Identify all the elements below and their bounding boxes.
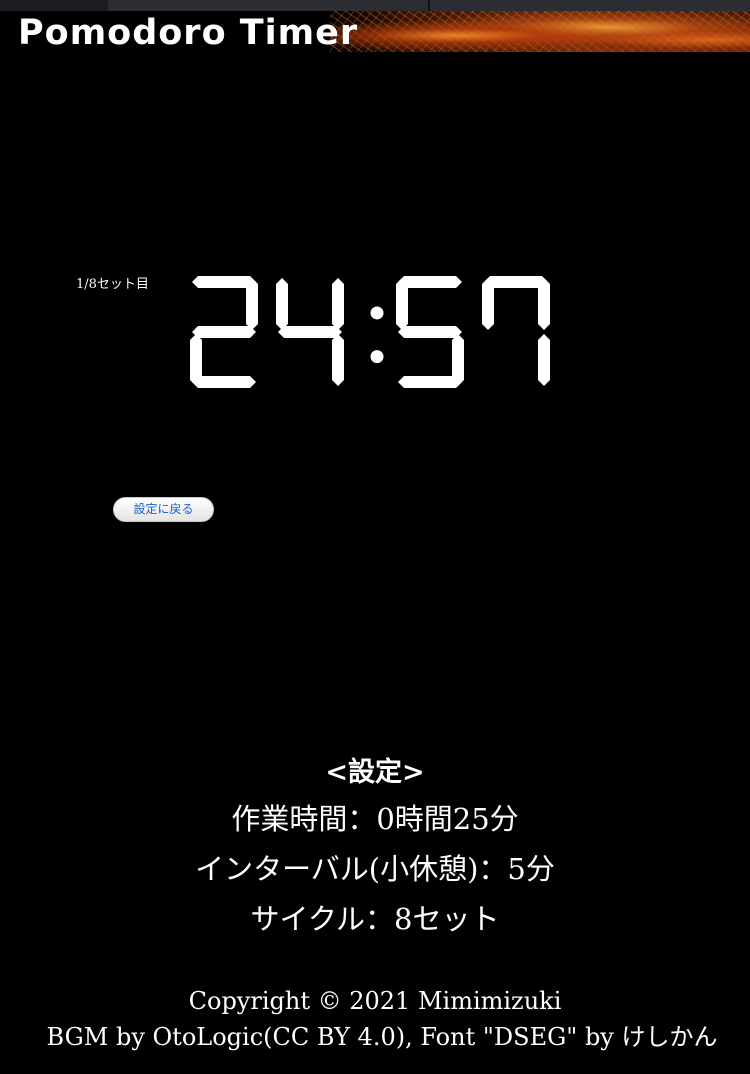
- digit-4-segment-c: [538, 334, 550, 386]
- digit-3-segment-g: [398, 326, 462, 338]
- seven-segment-clock: [190, 276, 550, 388]
- digit-2-segment-c: [332, 334, 344, 386]
- work-time-setting: 作業時間：0時間25分: [231, 802, 519, 836]
- digit-2-segment-g: [278, 326, 342, 338]
- browser-top-strip: [0, 0, 750, 11]
- page-footer: Copyright © 2021 Mimimizuki BGM by OtoLo…: [0, 983, 750, 1055]
- settings-summary: <設定> 作業時間：0時間25分 インターバル(小休憩)：5分 サイクル：8セッ…: [0, 752, 750, 944]
- app-title: Pomodoro Timer: [18, 13, 359, 52]
- digit-2-segment-b: [332, 278, 344, 330]
- header-sparkler-image: [330, 11, 750, 52]
- digit-3-segment-f: [396, 278, 408, 330]
- app-header: Pomodoro Timer: [0, 11, 750, 52]
- digit-2-segment-f: [276, 278, 288, 330]
- colon-dot-2: [370, 350, 384, 364]
- settings-heading: <設定>: [325, 757, 425, 788]
- digit-1-segment-b: [246, 278, 258, 330]
- colon-dot-1: [370, 306, 384, 320]
- digit-1-segment-g: [192, 326, 256, 338]
- copyright-text: Copyright © 2021 Mimimizuki: [188, 987, 562, 1015]
- countdown-display: 24:57: [186, 272, 566, 394]
- back-to-settings-button[interactable]: 設定に戻る: [113, 497, 214, 522]
- browser-tab-divider: [428, 0, 430, 11]
- set-counter: 1/8セット目: [76, 277, 149, 292]
- cycle-setting: サイクル：8セット: [250, 902, 500, 936]
- browser-tab-segment: [0, 0, 108, 11]
- interval-setting: インターバル(小休憩)：5分: [195, 852, 555, 886]
- digit-4-segment-b: [538, 278, 550, 330]
- digit-1-segment-d: [192, 376, 256, 388]
- digit-3-segment-d: [398, 376, 462, 388]
- credits-text: BGM by OtoLogic(CC BY 4.0), Font "DSEG" …: [46, 1023, 718, 1051]
